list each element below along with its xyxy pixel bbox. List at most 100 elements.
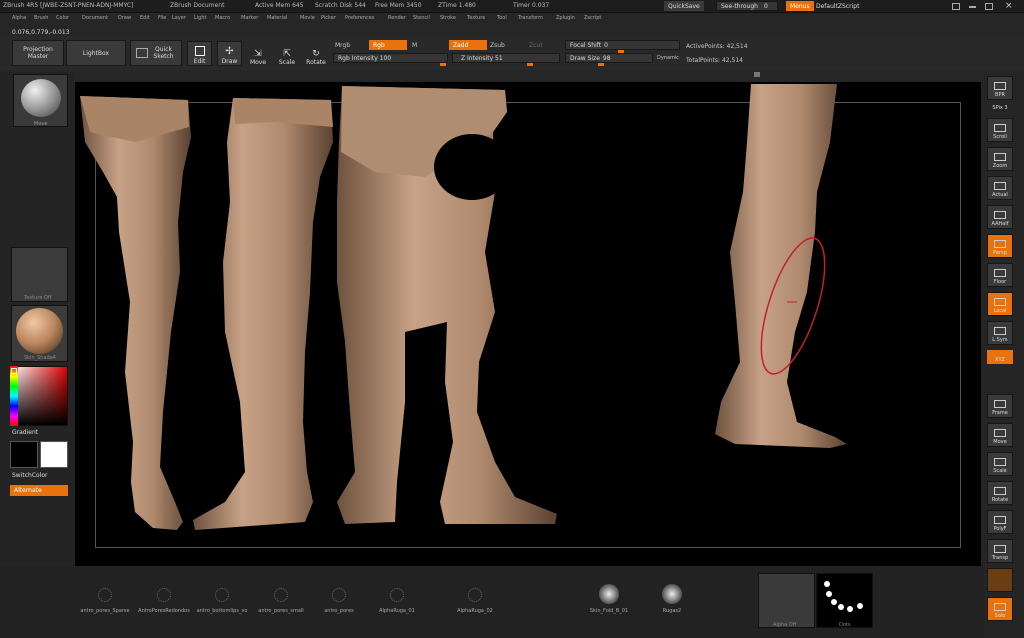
focal-shift-slider[interactable]: Focal Shift 0 <box>565 40 680 50</box>
leg-model-profile[interactable] <box>715 84 847 448</box>
move-button[interactable]: Move <box>987 423 1013 447</box>
rgb-intensity-thumb[interactable] <box>440 63 446 66</box>
save-icon[interactable] <box>952 3 960 10</box>
menu-item-picker[interactable]: Picker <box>321 16 336 21</box>
primary-color-swatch[interactable] <box>10 441 38 468</box>
menu-item-zscript[interactable]: Zscript <box>584 16 601 21</box>
menu-item-document[interactable]: Document <box>82 16 108 21</box>
alpha-brush-7[interactable]: Skin_Fold_B_01 <box>578 570 640 614</box>
alpha-brush-1[interactable]: AntroPoresRedondos <box>133 570 195 614</box>
color-marker[interactable] <box>11 368 17 374</box>
menu-item-file[interactable]: File <box>158 16 166 21</box>
rgb-intensity-slider[interactable]: Rgb Intensity 100 <box>333 53 448 63</box>
stroke-slot[interactable]: Dots <box>816 573 873 628</box>
bpr-button[interactable]: BPR <box>987 76 1013 100</box>
alpha-brush-3[interactable]: antro_pores_small <box>250 570 312 614</box>
lsym-button[interactable]: L.Sym <box>987 321 1013 345</box>
scroll-button[interactable]: Scroll <box>987 118 1013 142</box>
alpha-brush-2[interactable]: antro_bottomlips_vo <box>191 570 253 614</box>
menu-item-texture[interactable]: Texture <box>467 16 485 21</box>
local-button[interactable]: Local <box>987 292 1013 316</box>
menu-item-stencil[interactable]: Stencil <box>413 16 430 21</box>
draw-size-slider[interactable]: Draw Size 98 <box>565 53 653 63</box>
material-slot[interactable]: Skin_Shade4 <box>11 305 68 362</box>
z-intensity-thumb[interactable] <box>527 63 533 66</box>
leg-model-side-left[interactable] <box>193 98 333 530</box>
rotate-button[interactable]: Rotate <box>987 481 1013 505</box>
menu-item-transform[interactable]: Transform <box>518 16 543 21</box>
brush-thumbnail[interactable]: Move <box>13 74 68 127</box>
menu-item-light[interactable]: Light <box>194 16 206 21</box>
move-button[interactable]: ⇲ Move <box>247 41 269 66</box>
alpha-brush-0[interactable]: antro_pores_Sparse <box>74 570 136 614</box>
switch-color-button[interactable]: SwitchColor <box>12 473 48 479</box>
menu-item-render[interactable]: Render <box>388 16 406 21</box>
menu-item-macro[interactable]: Macro <box>215 16 230 21</box>
shelf-handle[interactable] <box>754 72 760 77</box>
menus-button[interactable]: Menus <box>786 1 814 11</box>
quicksave-button[interactable]: QuickSave <box>664 1 704 11</box>
polyf-button[interactable]: PolyF <box>987 510 1013 534</box>
menu-item-color[interactable]: Color <box>56 16 69 21</box>
menu-item-brush[interactable]: Brush <box>34 16 48 21</box>
zadd-button[interactable]: Zadd <box>449 40 487 50</box>
default-zscript-button[interactable]: DefaultZScript <box>812 1 863 11</box>
see-through-slider[interactable]: See-through 0 <box>716 1 778 11</box>
leg-model-back[interactable] <box>337 86 557 524</box>
m-button[interactable]: M <box>412 43 417 49</box>
alpha-brush-4[interactable]: antro_pores <box>308 570 370 614</box>
frame-button[interactable]: Frame <box>987 394 1013 418</box>
lightbox-button[interactable]: LightBox <box>66 40 126 66</box>
alpha-slot[interactable]: Alpha Off <box>758 573 815 628</box>
zsub-button[interactable]: Zsub <box>490 43 505 49</box>
close-icon[interactable]: × <box>1005 2 1013 11</box>
solo-button[interactable]: Solo <box>987 597 1013 621</box>
secondary-color-swatch[interactable] <box>40 441 68 468</box>
zoom-button[interactable]: Zoom <box>987 147 1013 171</box>
menu-item-tool[interactable]: Tool <box>497 16 507 21</box>
rotate-button[interactable]: ↻ Rotate <box>305 41 327 66</box>
persp-button[interactable]: Persp <box>987 234 1013 258</box>
xyz-button[interactable]: XYZ <box>987 350 1013 364</box>
zcut-button[interactable]: Zcut <box>529 43 543 49</box>
texture-slot[interactable]: Texture Off <box>11 247 68 302</box>
menu-item-layer[interactable]: Layer <box>172 16 186 21</box>
leg-model-front[interactable] <box>80 96 191 530</box>
scale-button[interactable]: Scale <box>987 452 1013 476</box>
dynamic-button[interactable]: Dynamic <box>657 56 679 61</box>
spix-button[interactable]: SPix 3 <box>987 98 1013 112</box>
leg-models[interactable] <box>75 82 981 566</box>
menu-item-movie[interactable]: Movie <box>300 16 315 21</box>
menu-item-marker[interactable]: Marker <box>241 16 258 21</box>
menu-item-alpha[interactable]: Alpha <box>12 16 26 21</box>
canvas-viewport[interactable] <box>75 82 981 566</box>
menu-item-edit[interactable]: Edit <box>140 16 150 21</box>
rgb-button[interactable]: Rgb <box>369 40 407 50</box>
maximize-icon[interactable] <box>985 3 993 10</box>
gradient-label[interactable]: Gradient <box>12 430 38 436</box>
scale-button[interactable]: ⇱ Scale <box>276 41 298 66</box>
alpha-brush-5[interactable]: AlphaRuga_01 <box>366 570 428 614</box>
transp-button[interactable]: Transp <box>987 539 1013 563</box>
menu-item-zplugin[interactable]: Zplugin <box>556 16 575 21</box>
menu-item-preferences[interactable]: Preferences <box>345 16 374 21</box>
ghost-button[interactable] <box>987 568 1013 592</box>
hue-strip[interactable] <box>10 366 18 426</box>
color-picker[interactable] <box>10 366 68 426</box>
mrgb-button[interactable]: Mrgb <box>335 43 350 49</box>
alpha-brush-6[interactable]: AlphaRuga_02 <box>444 570 506 614</box>
alternate-button[interactable]: Alternate <box>10 485 68 496</box>
menu-item-draw[interactable]: Draw <box>118 16 131 21</box>
alpha-brush-8[interactable]: Rugas2 <box>641 570 703 614</box>
quick-sketch-button[interactable]: Quick Sketch <box>130 40 182 66</box>
floor-button[interactable]: Floor <box>987 263 1013 287</box>
edit-button[interactable]: Edit <box>187 41 212 66</box>
projection-master-button[interactable]: Projection Master <box>12 40 64 66</box>
menu-item-stroke[interactable]: Stroke <box>440 16 456 21</box>
menu-item-material[interactable]: Material <box>267 16 287 21</box>
draw-button[interactable]: ✢ Draw <box>217 41 242 66</box>
aahalf-button[interactable]: AAHalf <box>987 205 1013 229</box>
draw-size-thumb[interactable] <box>598 63 604 66</box>
z-intensity-slider[interactable]: Z Intensity 51 <box>452 53 560 63</box>
minimize-icon[interactable] <box>969 6 976 8</box>
